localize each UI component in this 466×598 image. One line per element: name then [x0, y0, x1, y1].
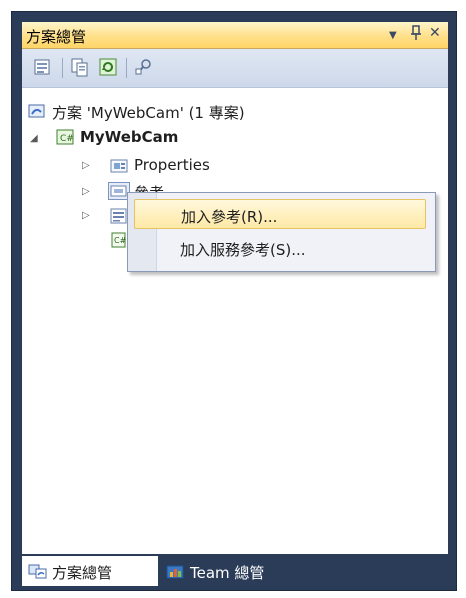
tree-item-properties[interactable]: ▷ Properties [82, 155, 422, 177]
properties-label: Properties [134, 156, 210, 174]
tree-item-project[interactable]: ◢ C# MyWebCam [26, 127, 426, 149]
svg-text:C#: C# [60, 134, 74, 144]
project-label: MyWebCam [80, 128, 179, 146]
solution-tree: 方案 'MyWebCam' (1 專案) ◢ C# MyWebCam ▷ Pro… [22, 88, 448, 554]
tree-item-solution[interactable]: 方案 'MyWebCam' (1 專案) [28, 101, 428, 123]
properties-folder-icon [110, 158, 128, 174]
tab-label: 方案總管 [52, 564, 113, 582]
collapsed-arrow-icon[interactable]: ▷ [82, 210, 90, 221]
solution-label: 方案 'MyWebCam' (1 專案) [52, 104, 245, 122]
menu-item-add-reference[interactable]: 加入參考(R)... [134, 199, 426, 229]
menu-item-add-service-reference[interactable]: 加入服務參考(S)... [134, 233, 426, 263]
pin-icon[interactable] [409, 25, 423, 45]
show-all-files-icon[interactable] [70, 57, 92, 79]
csharp-file-icon: C# [110, 232, 128, 248]
tab-solution-explorer[interactable]: 方案總管 [22, 556, 158, 586]
panel-title: 方案總管 [26, 28, 87, 46]
dropdown-icon[interactable]: ▼ [389, 30, 397, 41]
menu-item-label: 加入服務參考(S)... [180, 241, 306, 259]
panel-titlebar: 方案總管 ▼ ✕ [22, 22, 448, 49]
csharp-project-icon: C# [56, 129, 74, 145]
panel-tabbar: 方案總管 Team 總管 [22, 556, 448, 590]
tab-label: Team 總管 [190, 564, 265, 582]
collapsed-arrow-icon[interactable]: ▷ [82, 160, 90, 171]
collapsed-arrow-icon[interactable]: ▷ [82, 186, 90, 197]
class-diagram-icon[interactable] [134, 57, 156, 79]
solution-explorer-icon [28, 563, 47, 579]
expanded-arrow-icon[interactable]: ◢ [30, 133, 38, 144]
solution-explorer-window: 方案總管 ▼ ✕ 方案 'MyWebCam' (1 專案) ◢ C# MyWeb… [11, 11, 457, 591]
panel-toolbar [22, 49, 448, 88]
tab-team-explorer[interactable]: Team 總管 [160, 556, 310, 586]
form-icon [110, 208, 128, 224]
team-explorer-icon [166, 563, 184, 579]
context-menu: 加入參考(R)... 加入服務參考(S)... [127, 192, 436, 272]
toolbar-separator [126, 58, 127, 78]
toolbar-separator [62, 58, 63, 78]
menu-item-label: 加入參考(R)... [181, 208, 278, 226]
svg-text:C#: C# [114, 236, 127, 245]
refresh-icon[interactable] [98, 57, 120, 79]
close-icon[interactable]: ✕ [429, 25, 441, 41]
properties-icon[interactable] [32, 57, 54, 79]
solution-icon [28, 104, 46, 120]
